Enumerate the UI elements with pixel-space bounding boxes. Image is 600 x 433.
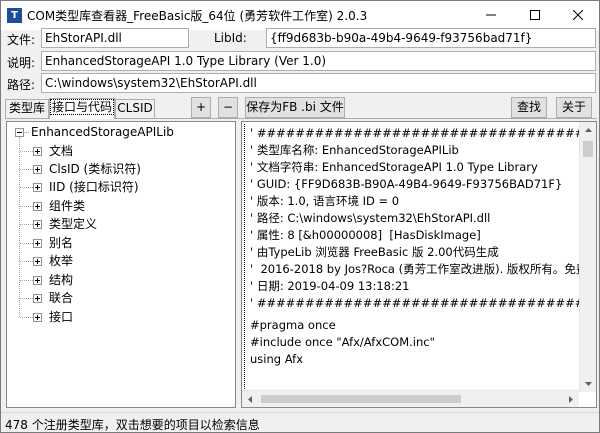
expand-toggle-icon[interactable]	[33, 165, 42, 174]
path-label: 路径:	[7, 78, 36, 92]
code-line: ' ######################################…	[250, 126, 596, 140]
expand-toggle-icon[interactable]	[33, 147, 42, 156]
app-icon: T	[7, 8, 22, 23]
status-text: 478 个注册类型库，双击想要的项目以检索信息	[5, 418, 260, 432]
expand-toggle-icon[interactable]	[33, 239, 42, 248]
tree-connector	[20, 280, 33, 281]
code-line: ' ######################################…	[250, 296, 596, 310]
window-title: COM类型库查看器_FreeBasic版_64位 (勇芳软件工作室) 2.0.3	[27, 9, 368, 23]
tree-item-label: 联合	[49, 291, 74, 305]
expand-toggle-icon[interactable]	[33, 202, 42, 211]
tree-connector	[20, 261, 33, 262]
code-line: #pragma once	[250, 318, 336, 332]
vertical-scrollbar[interactable]	[579, 122, 596, 392]
collapse-toggle-icon[interactable]	[15, 128, 24, 137]
tree-item-label: 文档	[49, 144, 74, 158]
code-line: ' 由TypeLib 浏览器 FreeBasic 版 2.00代码生成	[250, 245, 499, 259]
maximize-icon	[530, 10, 540, 20]
tree-item-label: 接口	[49, 310, 74, 324]
tree-item-label: IID (接口标识符)	[49, 180, 139, 194]
tree-connector	[20, 169, 33, 170]
code-line: ' 文档字符串: EnhancedStorageAPI 1.0 Type Lib…	[250, 160, 538, 174]
horizontal-scrollbar[interactable]	[242, 390, 579, 407]
tab-clsid[interactable]: CLSID	[115, 99, 155, 118]
path-field[interactable]: C:\windows\system32\EhStorAPI.dll	[41, 73, 596, 93]
tree-connector	[20, 243, 33, 244]
type-tree[interactable]: EnhancedStorageAPILib 文档 ClsID (类标识符) II…	[6, 121, 236, 408]
close-button[interactable]	[558, 1, 598, 30]
libid-label: LibId:	[214, 31, 247, 45]
description-label: 说明:	[7, 56, 36, 70]
tree-connector	[20, 298, 33, 299]
find-button[interactable]: 查找	[511, 97, 547, 118]
code-line: ' 类型库名称: EnhancedStorageAPILib	[250, 143, 459, 157]
tab-type-library[interactable]: 类型库	[5, 99, 49, 118]
minimize-icon	[486, 14, 496, 16]
close-icon	[573, 10, 583, 20]
tree-connector	[24, 132, 29, 133]
expand-toggle-icon[interactable]	[33, 276, 42, 285]
scroll-up-icon[interactable]	[580, 122, 596, 139]
tree-connector	[20, 206, 33, 207]
title-bar[interactable]: T COM类型库查看器_FreeBasic版_64位 (勇芳软件工作室) 2.0…	[1, 1, 599, 30]
tree-item-label: 组件类	[49, 199, 86, 213]
expand-toggle-icon[interactable]	[33, 313, 42, 322]
code-line: using Afx	[250, 352, 304, 366]
tree-item-label: 枚举	[49, 254, 74, 268]
description-field[interactable]: EnhancedStorageAPI 1.0 Type Library (Ver…	[41, 51, 596, 71]
file-label: 文件:	[7, 33, 36, 47]
code-view[interactable]: ' ######################################…	[241, 121, 597, 408]
main-window: T COM类型库查看器_FreeBasic版_64位 (勇芳软件工作室) 2.0…	[0, 0, 600, 433]
code-line: ' 路径: C:\windows\system32\EhStorAPI.dll	[250, 211, 491, 225]
tree-connector	[20, 151, 33, 152]
tree-connector	[20, 187, 33, 188]
tree-connector	[20, 317, 33, 318]
tab-interfaces-and-code[interactable]: 接口与代码	[49, 98, 115, 119]
tree-item-label: 别名	[49, 236, 74, 250]
expand-toggle-icon[interactable]	[33, 294, 42, 303]
tree-item-label: ClsID (类标识符)	[49, 162, 141, 176]
tree-connector	[20, 224, 33, 225]
about-button[interactable]: 关于	[556, 97, 592, 118]
horizontal-scroll-thumb[interactable]	[261, 395, 461, 403]
tree-item-label: 结构	[49, 273, 74, 287]
libid-field[interactable]: {ff9d683b-b90a-49b4-9649-f93756bad71f}	[266, 28, 596, 48]
collapse-all-button[interactable]: −	[218, 97, 238, 118]
status-bar: 478 个注册类型库，双击想要的项目以检索信息	[1, 412, 599, 432]
minimize-button[interactable]	[471, 1, 511, 30]
code-line: #include once "Afx/AfxCOM.inc"	[250, 335, 435, 349]
expand-toggle-icon[interactable]	[33, 257, 42, 266]
expand-all-button[interactable]: +	[191, 97, 211, 118]
scroll-down-icon[interactable]	[580, 375, 596, 392]
save-bi-file-button[interactable]: 保存为FB .bi 文件	[245, 97, 345, 118]
file-field[interactable]: EhStorAPI.dll	[41, 28, 189, 48]
code-line: ' 日期: 2019-04-09 13:18:21	[250, 279, 410, 293]
code-line: ' GUID: {FF9D683B-B90A-49B4-9649-F93756B…	[250, 177, 563, 191]
tree-root[interactable]: EnhancedStorageAPILib	[31, 123, 174, 141]
tree-item-label: 类型定义	[49, 217, 98, 231]
vertical-scroll-thumb[interactable]	[583, 141, 593, 157]
text-cursor-guide	[244, 124, 245, 389]
tree-connector	[19, 137, 20, 317]
maximize-button[interactable]	[515, 1, 555, 30]
expand-toggle-icon[interactable]	[33, 183, 42, 192]
scroll-right-icon[interactable]	[562, 391, 579, 407]
code-line: ' 版本: 1.0, 语言环境 ID = 0	[250, 194, 400, 208]
scroll-left-icon[interactable]	[242, 391, 259, 407]
expand-toggle-icon[interactable]	[33, 220, 42, 229]
code-line: ' 属性: 8 [&h00000008] [HasDiskImage]	[250, 228, 481, 242]
code-line: ' 2016-2018 by Jos?Roca (勇芳工作室改进版). 版权所有…	[250, 262, 597, 276]
